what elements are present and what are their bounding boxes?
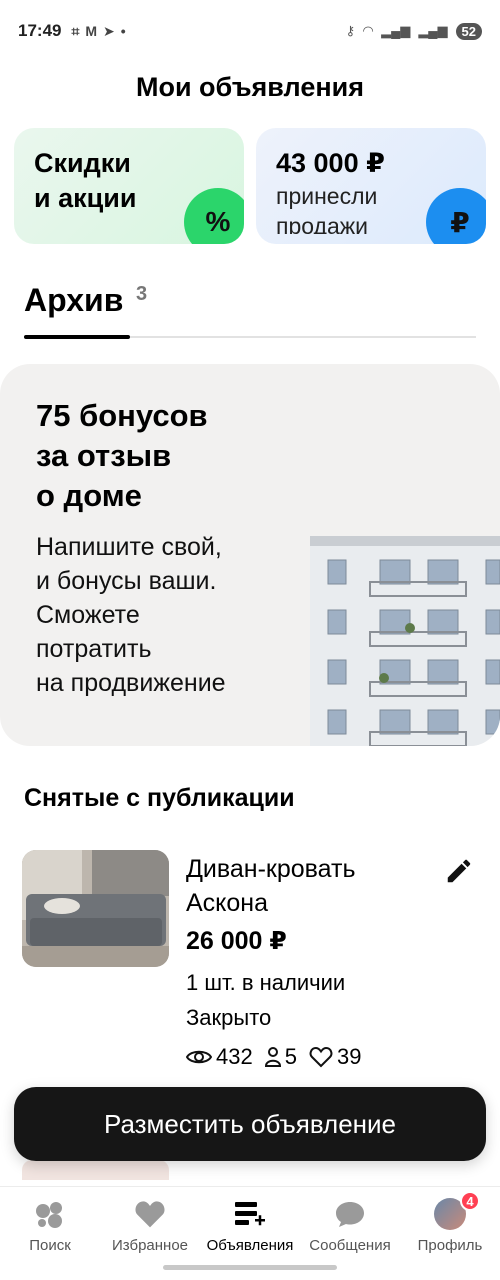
bonus-text-line4: потратить (36, 635, 152, 663)
listing-stats: 432 5 39 (186, 1044, 367, 1070)
page-title: Мои объявления (135, 72, 365, 102)
home-indicator[interactable] (163, 1265, 337, 1270)
tab-active-indicator (24, 335, 130, 339)
telegram-icon: ➤ (103, 22, 115, 39)
listing-title[interactable]: Диван-кровать Аскона (186, 852, 426, 920)
sales-card[interactable]: 43 000 ₽ принесли продажи ₽ (256, 128, 486, 244)
bonus-title-line3: о доме (36, 478, 142, 513)
listing-title-line2: Аскона (186, 889, 269, 917)
status-left: 17:49 ⌗ M ➤ • (18, 21, 126, 41)
edit-button[interactable] (442, 854, 476, 888)
nav-label-messages: Сообщения (309, 1237, 391, 1254)
notification-icons: ⌗ M ➤ • (71, 23, 125, 40)
tab-archive[interactable]: Архив (24, 282, 123, 319)
contacts-count: 5 (284, 1044, 297, 1069)
listing-status: Закрыто (186, 1005, 272, 1030)
eye-icon (186, 1050, 212, 1064)
scan-icon: ⌗ (71, 22, 80, 39)
sofa-image (22, 850, 169, 967)
listing-card[interactable]: Диван-кровать Аскона 26 000 ₽ 1 шт. в на… (22, 850, 482, 1080)
listing-price: 26 000 ₽ (186, 927, 287, 955)
battery-icon: 52 (455, 22, 482, 40)
nav-item-profile[interactable]: 4 Профиль (400, 1187, 500, 1280)
bonus-text-line1: Напишите свой, (36, 533, 222, 561)
bonus-text-line2: и бонусы ваши. (36, 567, 217, 595)
post-listing-button[interactable]: Разместить объявление (14, 1087, 486, 1161)
mail-icon: M (85, 23, 98, 39)
key-icon: ⚷ (345, 23, 356, 38)
listing-title-line1: Диван-кровать (186, 855, 356, 883)
bonus-text-line3: Сможете (36, 601, 140, 629)
favorites-stat: 39 (309, 1044, 361, 1070)
bonus-banner[interactable]: 75 бонусов за отзыв о доме Напишите свой… (0, 364, 500, 746)
tab-archive-count: 3 (136, 283, 148, 305)
heart-icon (132, 1197, 168, 1231)
heart-outline-icon (309, 1046, 333, 1068)
wifi-icon: ◠ (363, 23, 374, 38)
bonus-text-line5: на продвижение (36, 669, 226, 697)
views-count: 432 (216, 1044, 253, 1069)
contacts-stat: 5 (264, 1044, 297, 1070)
views-stat: 432 (186, 1044, 253, 1070)
nav-item-search[interactable]: Поиск (0, 1187, 100, 1280)
favorites-count: 39 (336, 1044, 362, 1069)
person-icon (264, 1047, 281, 1067)
status-time: 17:49 (18, 21, 62, 40)
nav-label-listings: Объявления (206, 1237, 294, 1254)
bonus-title-line2: за отзыв (36, 438, 172, 473)
bonus-text: Напишите свой, и бонусы ваши. Сможете по… (36, 530, 296, 700)
nav-label-profile: Профиль (417, 1237, 483, 1254)
signal-2-icon: ▂▄▆ (418, 23, 448, 38)
signal-icon: ▂▄▆ (381, 23, 411, 38)
section-title: Снятые с публикации (24, 784, 295, 812)
building-illustration (310, 536, 500, 746)
status-right: ⚷ ◠ ▂▄▆ ▂▄▆ 52 (345, 22, 482, 40)
next-listing-photo (22, 1160, 169, 1180)
discounts-card[interactable]: Скидки и акции % (14, 128, 244, 244)
nav-label-favorites: Избранное (111, 1237, 189, 1254)
sales-amount: 43 000 ₽ (276, 148, 385, 178)
pencil-icon (447, 859, 471, 883)
chat-bubble-icon (332, 1197, 368, 1231)
nav-label-search: Поиск (29, 1237, 71, 1254)
listing-photo[interactable] (22, 850, 169, 967)
bonus-title: 75 бонусов за отзыв о доме (36, 396, 296, 516)
profile-badge: 4 (460, 1191, 480, 1211)
listings-add-icon (232, 1197, 268, 1231)
bonus-title-line1: 75 бонусов (36, 398, 208, 433)
status-bar: 17:49 ⌗ M ➤ • ⚷ ◠ ▂▄▆ ▂▄▆ 52 (0, 0, 500, 62)
discounts-title-line1: Скидки (34, 148, 131, 178)
listing-stock: 1 шт. в наличии (186, 970, 346, 995)
search-dots-icon (32, 1197, 68, 1231)
dot-icon: • (120, 23, 126, 39)
bottom-nav: Поиск Избранное Объявления Сообщения 4 П… (0, 1186, 500, 1280)
